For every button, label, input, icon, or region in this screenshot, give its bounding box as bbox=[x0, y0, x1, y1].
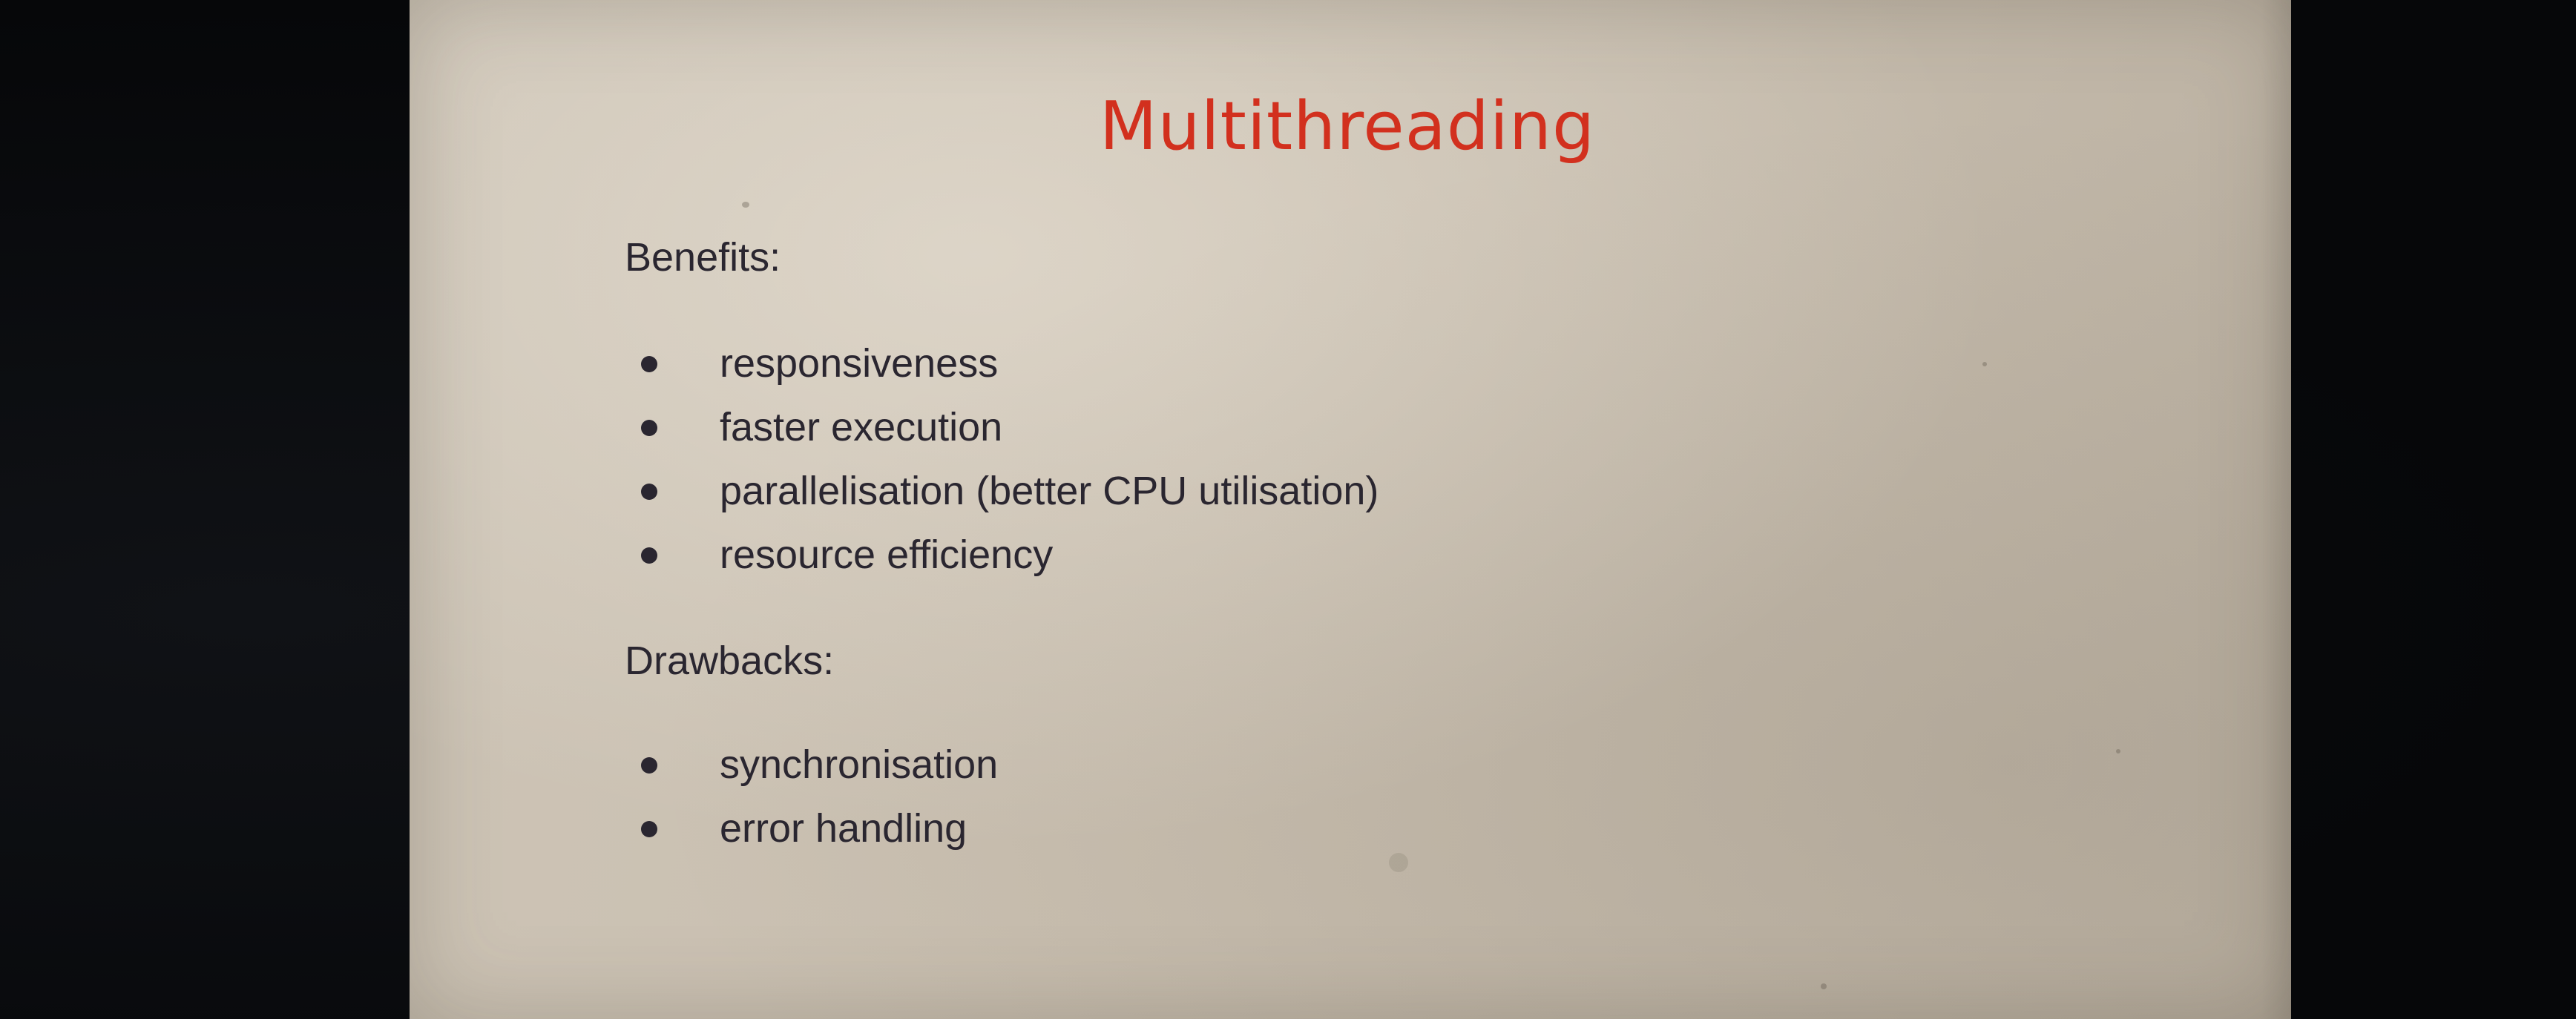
slide-title: Multithreading bbox=[1099, 88, 1596, 165]
dust-speck bbox=[2116, 749, 2120, 753]
dust-speck bbox=[1389, 853, 1408, 872]
list-item-label: resource efficiency bbox=[720, 532, 1054, 577]
list-item-label: parallelisation (better CPU utilisation) bbox=[720, 469, 1379, 513]
list-item: resource efficiency bbox=[625, 523, 1379, 587]
bullet-icon bbox=[641, 821, 657, 837]
dust-speck bbox=[1982, 362, 1987, 366]
drawbacks-heading: Drawbacks: bbox=[625, 639, 835, 683]
list-item: responsiveness bbox=[625, 332, 1379, 395]
dust-speck bbox=[742, 202, 749, 208]
list-item-label: synchronisation bbox=[720, 742, 999, 787]
list-item: error handling bbox=[625, 797, 998, 860]
list-item: synchronisation bbox=[625, 733, 998, 797]
bullet-icon bbox=[641, 420, 657, 436]
dust-speck bbox=[1821, 983, 1827, 989]
bullet-icon bbox=[641, 757, 657, 774]
list-item-label: responsiveness bbox=[720, 341, 999, 386]
list-item: faster execution bbox=[625, 395, 1379, 459]
benefits-heading: Benefits: bbox=[625, 235, 781, 280]
list-item-label: error handling bbox=[720, 806, 967, 851]
bullet-icon bbox=[641, 484, 657, 500]
drawbacks-list: synchronisation error handling bbox=[625, 733, 998, 860]
bullet-icon bbox=[641, 356, 657, 372]
list-item-label: faster execution bbox=[720, 405, 1003, 449]
bullet-icon bbox=[641, 547, 657, 564]
benefits-list: responsiveness faster execution parallel… bbox=[625, 332, 1379, 587]
list-item: parallelisation (better CPU utilisation) bbox=[625, 459, 1379, 523]
